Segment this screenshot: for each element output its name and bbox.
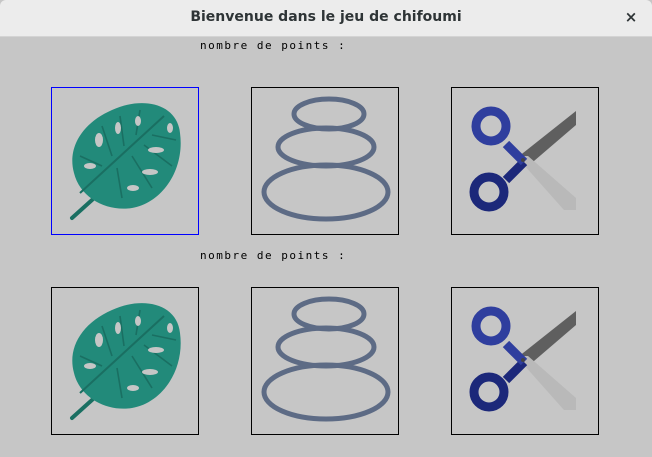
player2-leaf-button[interactable]: [51, 287, 199, 435]
stones-icon: [261, 96, 391, 222]
window-title: Bienvenue dans le jeu de chifoumi: [190, 9, 462, 25]
player1-leaf-button[interactable]: [51, 87, 199, 235]
leaf-icon: [70, 103, 181, 220]
scissors-icon: [469, 306, 576, 412]
player2-score-label: nombre de points :: [200, 249, 347, 262]
scissors-icon: [469, 106, 576, 212]
stones-icon: [261, 296, 391, 422]
game-window: Bienvenue dans le jeu de chifoumi × nomb…: [0, 0, 652, 457]
player1-score-label: nombre de points :: [200, 39, 347, 52]
player1-scissors-button[interactable]: [451, 87, 599, 235]
leaf-icon: [70, 303, 181, 420]
close-icon[interactable]: ×: [622, 8, 640, 26]
title-bar[interactable]: Bienvenue dans le jeu de chifoumi ×: [0, 0, 652, 37]
player2-scissors-button[interactable]: [451, 287, 599, 435]
player1-stone-button[interactable]: [251, 87, 399, 235]
player2-stone-button[interactable]: [251, 287, 399, 435]
